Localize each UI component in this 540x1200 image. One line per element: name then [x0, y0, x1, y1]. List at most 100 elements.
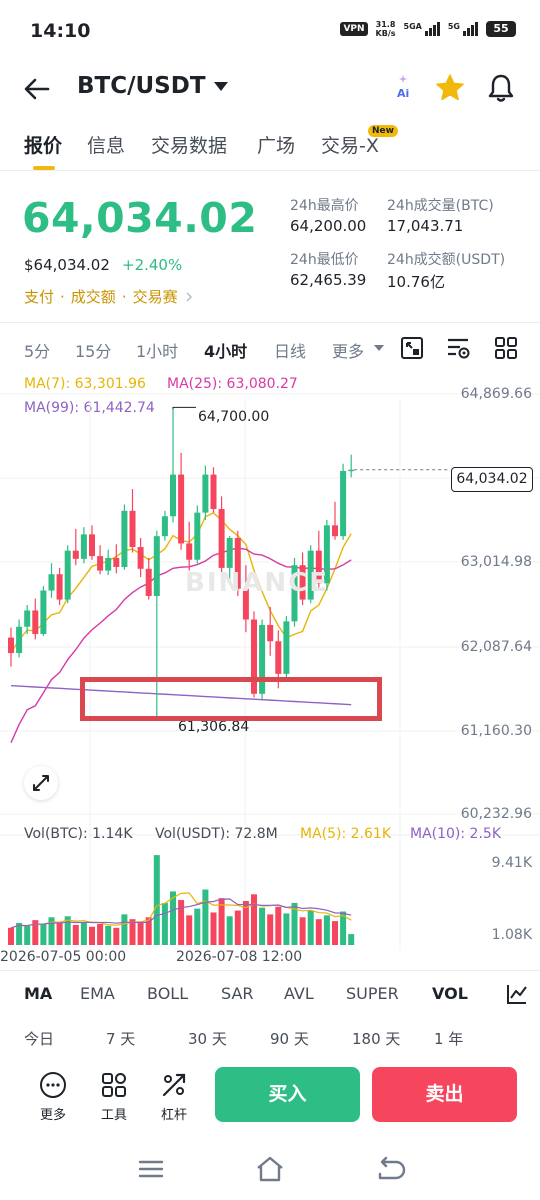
vol-axis-label: 1.08K	[491, 927, 532, 943]
more-caret-icon[interactable]	[374, 345, 384, 351]
sell-button[interactable]: 卖出	[372, 1067, 517, 1122]
period-30d[interactable]: 30 天	[188, 1028, 227, 1049]
indicator-ma[interactable]: MA	[24, 984, 52, 1003]
interval-5m[interactable]: 5分	[24, 338, 50, 362]
fullscreen-chart-icon[interactable]	[400, 336, 424, 360]
chevron-right-icon	[186, 291, 192, 302]
period-1y[interactable]: 1 年	[434, 1028, 463, 1049]
indicator-chart-icon[interactable]	[505, 982, 529, 1006]
volume-bar	[226, 916, 233, 945]
info-links[interactable]: 支付 · 成交额 · 交易赛	[24, 286, 194, 307]
candle-body	[121, 510, 128, 567]
ai-assistant-icon[interactable]: Ai	[390, 72, 420, 102]
more-dots-icon	[40, 1072, 66, 1098]
expand-chart-button[interactable]	[24, 766, 58, 800]
price-axis-label: 60,232.96	[460, 806, 532, 822]
date-label: 2026-07-05 00:00	[0, 949, 127, 965]
volume-bar	[161, 902, 168, 945]
candle-body	[218, 509, 225, 568]
leverage-button[interactable]: 杠杆	[157, 1070, 191, 1123]
tab-info[interactable]: 信息	[87, 131, 125, 158]
pair-title[interactable]: BTC/USDT	[77, 73, 206, 99]
tab-trading-data[interactable]: 交易数据	[151, 131, 227, 158]
indicator-boll[interactable]: BOLL	[147, 984, 188, 1003]
system-back-icon[interactable]	[372, 1154, 406, 1184]
signal-1-icon: 5GA	[404, 22, 440, 36]
tab-square[interactable]: 广场	[257, 131, 295, 158]
status-time: 14:10	[30, 20, 91, 42]
candle-body	[170, 474, 176, 517]
interval-15m[interactable]: 15分	[75, 338, 111, 362]
indicator-super[interactable]: SUPER	[346, 984, 399, 1003]
high-marker-line	[172, 406, 196, 410]
candle-body	[105, 557, 112, 571]
volume-bar	[315, 919, 322, 945]
leverage-icon	[162, 1073, 186, 1097]
back-arrow-icon[interactable]	[22, 74, 52, 104]
volume-bar	[194, 908, 201, 945]
vol-usdt-legend: Vol(USDT): 72.8M	[155, 826, 278, 842]
volume-bar	[56, 923, 63, 945]
high-value: 64,200.00	[290, 217, 367, 235]
expand-arrows-icon	[33, 775, 49, 791]
layout-grid-icon[interactable]	[494, 336, 518, 360]
interval-1h[interactable]: 1小时	[136, 338, 178, 362]
indicator-avl[interactable]: AVL	[284, 984, 314, 1003]
last-price: 64,034.02	[22, 194, 258, 242]
volume-bar	[72, 924, 79, 945]
candle-body	[113, 557, 120, 567]
link-volume[interactable]: 成交额	[71, 286, 116, 307]
period-180d[interactable]: 180 天	[352, 1028, 400, 1049]
volume-bar	[80, 922, 87, 945]
tab-quote[interactable]: 报价	[24, 131, 62, 158]
candle-body	[186, 543, 193, 560]
more-button[interactable]: 更多	[36, 1070, 70, 1123]
candle-body	[275, 641, 282, 674]
volume-bar	[332, 921, 338, 945]
indicator-ema[interactable]: EMA	[80, 984, 115, 1003]
interval-more[interactable]: 更多	[332, 338, 364, 362]
candlestick-chart[interactable]	[0, 360, 540, 970]
volume-bar	[97, 923, 104, 945]
interval-1d[interactable]: 日线	[274, 338, 306, 362]
pair-dropdown-icon[interactable]	[214, 82, 228, 91]
indicator-sar[interactable]: SAR	[221, 984, 254, 1003]
volume-bar	[89, 926, 95, 945]
favorite-star-icon[interactable]	[434, 72, 466, 104]
volume-bar	[186, 915, 193, 945]
candle-body	[178, 474, 185, 544]
candle-body	[16, 626, 23, 654]
alert-bell-icon[interactable]	[486, 72, 516, 104]
candle-body	[145, 568, 152, 596]
indicator-vol[interactable]: VOL	[432, 984, 468, 1003]
buy-button[interactable]: 买入	[215, 1067, 360, 1122]
volume-bar	[48, 917, 55, 945]
tools-button[interactable]: 工具	[97, 1070, 131, 1123]
price-usd: $64,034.02	[24, 256, 110, 274]
link-payment[interactable]: 支付	[24, 286, 54, 307]
volume-bar	[348, 934, 355, 945]
volume-bar	[267, 914, 274, 945]
volume-bar	[307, 910, 314, 945]
interval-4h[interactable]: 4小时	[204, 338, 247, 362]
volume-bar	[283, 913, 290, 945]
candle-body	[153, 536, 160, 596]
vol-ma5-legend: MA(5): 2.61K	[300, 826, 392, 842]
net-speed: 31.8 KB/s	[375, 20, 396, 38]
volume-bar	[121, 914, 128, 945]
period-90d[interactable]: 90 天	[270, 1028, 309, 1049]
chart-settings-icon[interactable]	[446, 336, 472, 360]
price-axis-label: 62,087.64	[460, 639, 532, 655]
recent-apps-icon[interactable]	[134, 1154, 168, 1184]
link-competition[interactable]: 交易赛	[133, 286, 178, 307]
current-price-tag: 64,034.02	[451, 467, 533, 492]
candle-body	[348, 469, 355, 472]
period-today[interactable]: 今日	[24, 1028, 54, 1049]
leverage-label: 杠杆	[160, 1108, 187, 1123]
period-7d[interactable]: 7 天	[106, 1028, 135, 1049]
high-marker-label: 64,700.00	[198, 409, 270, 425]
price-axis-label: 61,160.30	[460, 723, 532, 739]
price-axis-label: 64,869.66	[460, 386, 532, 402]
home-icon[interactable]	[253, 1154, 287, 1184]
volume-bar	[145, 917, 152, 945]
